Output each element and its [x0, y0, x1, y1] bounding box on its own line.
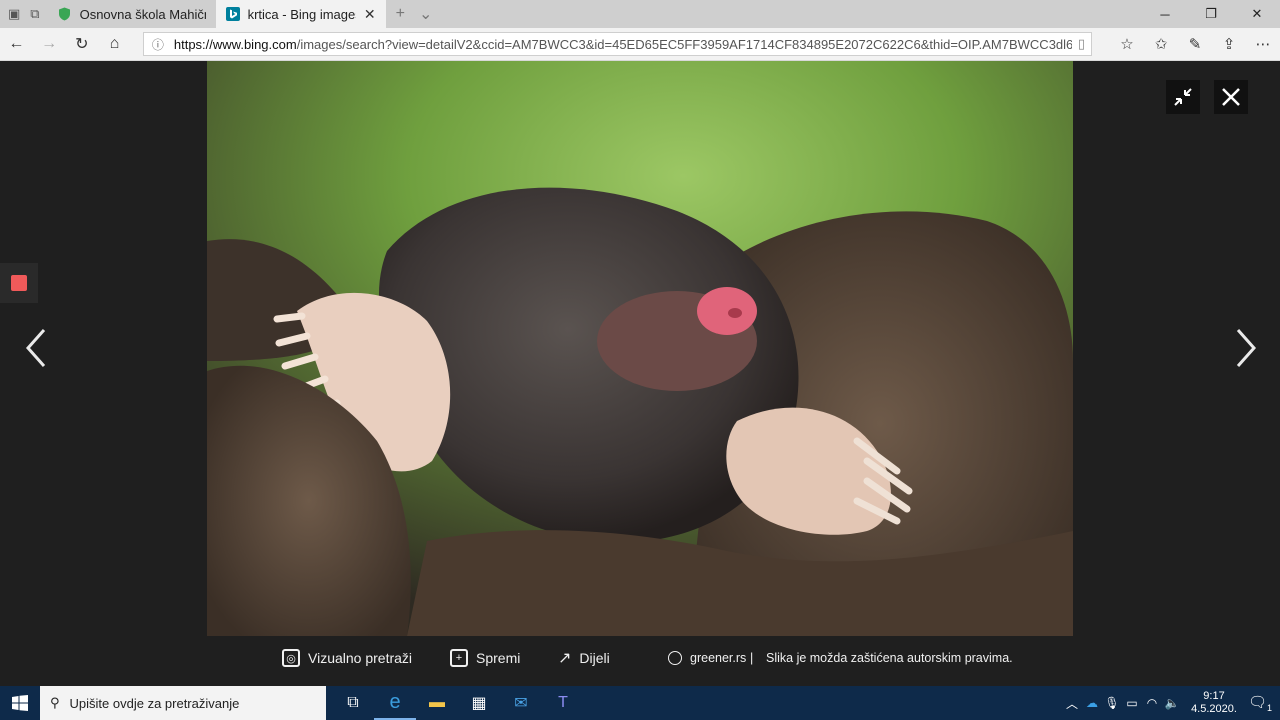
exit-fullscreen-button[interactable]	[1166, 80, 1200, 114]
pinned-apps: ⧉ e ▬ ▦ ✉ T	[332, 686, 584, 720]
previous-image-button[interactable]	[18, 326, 58, 370]
bing-icon	[225, 7, 240, 21]
notification-count: 1	[1267, 703, 1273, 713]
visual-search-icon: ◎	[282, 649, 300, 667]
notification-center-icon[interactable]: 🗨1	[1240, 693, 1280, 713]
close-tab-icon[interactable]: ✕	[364, 6, 376, 23]
collapse-icon	[1174, 88, 1192, 106]
close-icon	[1222, 88, 1240, 106]
tray-chevron-up-icon[interactable]: ︿	[1062, 695, 1082, 712]
copyright-text: Slika je možda zaštićena autorskim pravi…	[766, 651, 1013, 665]
globe-icon	[668, 651, 682, 665]
search-icon: ⚲	[50, 695, 60, 710]
minimize-icon[interactable]: ─	[1142, 7, 1188, 22]
file-explorer-icon[interactable]: ▬	[416, 686, 458, 720]
share-arrow-icon: ↗	[558, 650, 572, 667]
url-path: /images/search?view=detailV2&ccid=AM7BWC…	[296, 36, 1072, 52]
copyright-notice: Slika je možda zaštićena autorskim pravi…	[766, 646, 1013, 670]
separator-text: |	[750, 651, 754, 665]
sidebar-toggle[interactable]	[0, 263, 38, 303]
window-controls: ─ ❐ ✕	[1142, 0, 1280, 28]
back-button[interactable]: ←	[0, 28, 33, 61]
start-button[interactable]	[0, 686, 40, 720]
visual-search-label: Vizualno pretraži	[308, 650, 413, 666]
url-text: https://www.bing.com/images/search?view=…	[174, 37, 1072, 52]
mole-photo-illustration	[207, 61, 1073, 636]
visual-search-button[interactable]: ◎ Vizualno pretraži	[282, 646, 412, 670]
pen-icon[interactable]: ✎	[1178, 35, 1212, 53]
tab-label: krtica - Bing images	[247, 6, 356, 22]
separator: |	[750, 646, 753, 670]
mole-photo[interactable]	[207, 61, 1073, 636]
task-view-icon[interactable]: ⧉	[332, 686, 374, 720]
share-label: Dijeli	[579, 650, 610, 666]
reading-view-icon[interactable]: ▯	[1078, 36, 1085, 52]
share-button[interactable]: ↗ Dijeli	[558, 646, 610, 670]
image-actions-bar: ◎ Vizualno pretraži + Spremi ↗ Dijeli gr…	[0, 646, 1280, 670]
chevron-right-icon	[1236, 329, 1257, 367]
browser-tools: ☆ ✩ ✎ ⇪ ⋯	[1110, 35, 1280, 53]
windows-logo-icon	[12, 695, 28, 711]
volume-icon[interactable]: 🔈	[1162, 696, 1182, 710]
set-aside-tabs-icon[interactable]: ⧉	[30, 6, 39, 22]
tab-actions-icon[interactable]: ▣	[8, 6, 20, 22]
edge-icon[interactable]: e	[374, 686, 416, 720]
windows-taskbar: ⚲ Upišite ovdje za pretraživanje ⧉ e ▬ ▦…	[0, 686, 1280, 720]
home-button[interactable]: ⌂	[98, 28, 131, 61]
tab-tools: ▣ ⧉	[0, 0, 48, 28]
tab-osnovna-skola[interactable]: Osnovna škola Mahičnc	[47, 0, 216, 28]
taskbar-search-placeholder: Upišite ovdje za pretraživanje	[69, 695, 240, 711]
clock-time: 9:17	[1203, 690, 1225, 702]
wifi-icon[interactable]: ◠	[1142, 696, 1162, 710]
chevron-down-icon[interactable]: ⌄	[419, 4, 432, 24]
clock[interactable]: 9:17 4.5.2020.	[1188, 690, 1240, 716]
more-icon[interactable]: ⋯	[1246, 35, 1280, 53]
onedrive-icon[interactable]: ☁	[1082, 696, 1102, 710]
tab-krtica-bing[interactable]: krtica - Bing images ✕	[215, 0, 386, 28]
close-window-icon[interactable]: ✕	[1234, 6, 1280, 22]
store-icon[interactable]: ▦	[458, 686, 500, 720]
shield-icon	[58, 7, 72, 21]
browser-tab-strip: ▣ ⧉ Osnovna škola Mahičnc krtica - Bing …	[0, 0, 1280, 28]
next-image-button[interactable]	[1224, 326, 1264, 370]
forward-button[interactable]: →	[33, 28, 66, 61]
close-viewer-button[interactable]	[1214, 80, 1248, 114]
site-info-icon[interactable]: ⓘ	[150, 36, 166, 53]
save-label: Spremi	[476, 650, 521, 666]
chevron-left-icon	[25, 329, 46, 367]
save-button[interactable]: + Spremi	[450, 646, 520, 670]
red-square-icon	[11, 275, 27, 291]
taskbar-search[interactable]: ⚲ Upišite ovdje za pretraživanje	[40, 686, 326, 720]
viewer-top-controls	[1166, 80, 1248, 114]
battery-icon[interactable]: ▭	[1122, 696, 1142, 710]
source-label: greener.rs	[690, 651, 747, 665]
new-tab-icon[interactable]: +	[396, 5, 405, 23]
tab-label: Osnovna škola Mahičnc	[79, 6, 206, 22]
favorite-star-icon[interactable]: ☆	[1110, 35, 1144, 53]
refresh-button[interactable]: ↻	[65, 28, 98, 61]
share-icon[interactable]: ⇪	[1212, 35, 1246, 53]
address-field[interactable]: ⓘ https://www.bing.com/images/search?vie…	[142, 32, 1093, 56]
add-collection-icon: +	[450, 649, 468, 667]
source-link[interactable]: greener.rs	[668, 646, 746, 670]
favorites-hub-icon[interactable]: ✩	[1144, 35, 1178, 53]
image-viewer: ◎ Vizualno pretraži + Spremi ↗ Dijeli gr…	[0, 61, 1280, 686]
mail-icon[interactable]: ✉	[500, 686, 542, 720]
tab-new-area: + ⌄	[386, 0, 443, 28]
address-toolbar: ← → ↻ ⌂ ⓘ https://www.bing.com/images/se…	[0, 28, 1280, 61]
url-host: https://www.bing.com	[173, 36, 297, 52]
teams-icon[interactable]: T	[542, 686, 584, 720]
system-tray: ︿ ☁ 🎙 ▭ ◠ 🔈 9:17 4.5.2020. 🗨1	[1062, 690, 1280, 716]
microphone-icon[interactable]: 🎙	[1102, 696, 1122, 710]
clock-date: 4.5.2020.	[1191, 703, 1237, 715]
restore-icon[interactable]: ❐	[1188, 6, 1234, 22]
